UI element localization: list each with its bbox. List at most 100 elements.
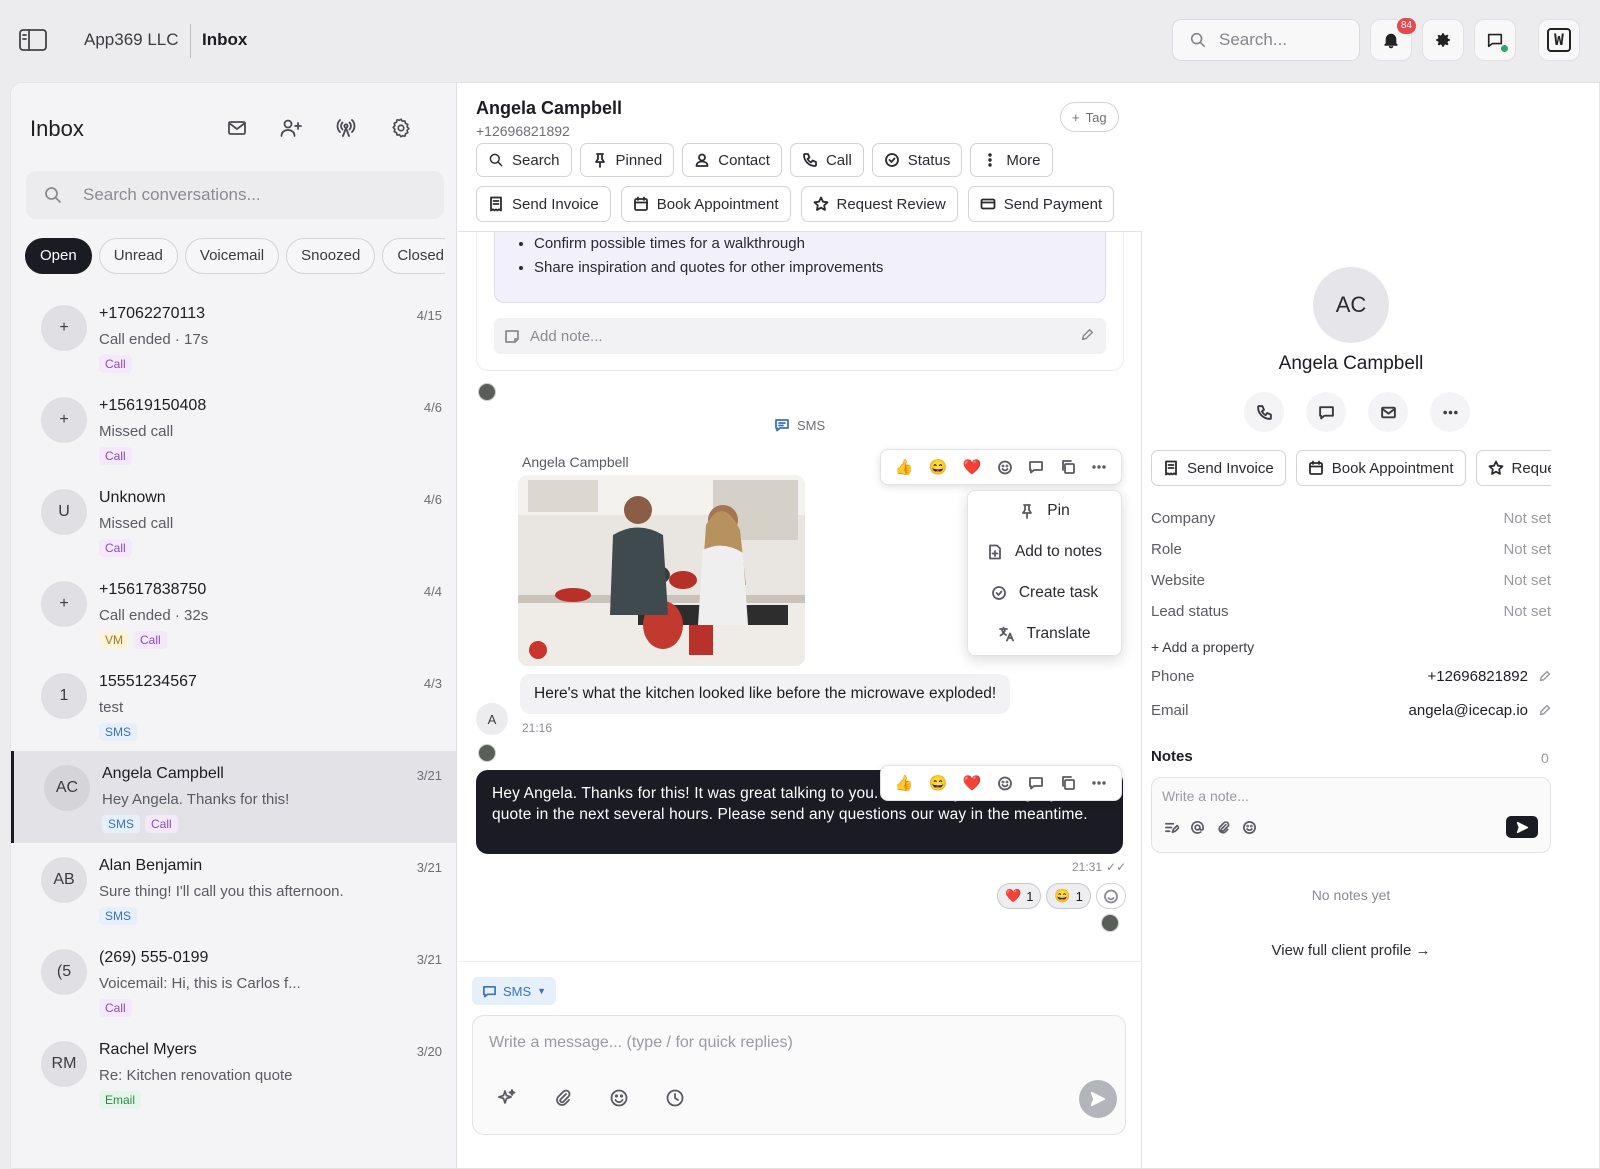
conversation-item[interactable]: + +15617838750 4/4 Call ended · 32s VM Call — [11, 567, 457, 659]
paperclip-icon[interactable] — [1216, 820, 1231, 835]
book-appointment-button[interactable]: Book Appointment — [620, 186, 791, 222]
conversation-item[interactable]: AB Alan Benjamin 3/21 Sure thing! I'll call… — [11, 843, 457, 935]
note-input[interactable] — [1162, 788, 1482, 804]
conversation-item[interactable]: + +15619150408 4/6 Missed call Call — [11, 383, 457, 475]
filter-chip[interactable]: Open — [25, 238, 92, 274]
more-icon[interactable] — [1091, 775, 1107, 791]
thumbs-up-reaction[interactable]: 👍 — [895, 774, 914, 792]
channel-selector[interactable]: SMS ▼ — [472, 977, 557, 1005]
conversation-item[interactable]: 1 15551234567 4/3 test SMS — [11, 659, 457, 751]
smile-reaction[interactable]: 😄 — [929, 774, 948, 792]
message-input[interactable] — [489, 1028, 1069, 1058]
conversation-item[interactable]: (5 (269) 555-0199 3/21 Voicemail: Hi, this … — [11, 935, 457, 1027]
send-invoice-button[interactable]: Send Invoice — [476, 186, 611, 222]
pencil-icon[interactable] — [1538, 670, 1551, 683]
menu-add-to-notes[interactable]: Add to notes — [968, 532, 1121, 572]
call-contact-button[interactable] — [1244, 392, 1284, 432]
emoji-icon[interactable] — [609, 1088, 629, 1108]
email-value[interactable]: angela@icecap.io — [1409, 702, 1528, 719]
phone-value[interactable]: +12696821892 — [1427, 668, 1528, 685]
emoji-icon[interactable] — [1242, 820, 1257, 835]
conversation-name: +15617838750 — [99, 581, 207, 598]
filter-chip[interactable]: Unread — [98, 238, 178, 274]
property-row[interactable]: Company Not set — [1151, 510, 1551, 527]
sparkles-icon[interactable] — [497, 1088, 517, 1108]
more-button[interactable]: More — [970, 143, 1053, 177]
pencil-icon[interactable] — [1538, 704, 1551, 717]
notes-heading: Notes — [1151, 748, 1193, 765]
property-row[interactable]: Website Not set — [1151, 572, 1551, 589]
pinned-button[interactable]: Pinned — [579, 143, 675, 177]
email-contact-button[interactable] — [1368, 392, 1408, 432]
search-button[interactable]: Search — [476, 143, 572, 177]
heart-reaction[interactable]: ❤️ — [963, 458, 982, 476]
contact-panel-name: Angela Campbell — [1278, 353, 1424, 374]
notifications-button[interactable]: 84 — [1370, 18, 1416, 61]
messages-button[interactable] — [1474, 19, 1516, 61]
reply-icon[interactable] — [1028, 775, 1044, 791]
message-image[interactable] — [518, 475, 805, 666]
conversation-item[interactable]: RM Rachel Myers 3/20 Re: Kitchen renovation… — [11, 1027, 457, 1119]
add-reaction-button[interactable] — [1095, 883, 1126, 909]
filter-chip[interactable]: Voicemail — [184, 238, 280, 274]
conversation-preview: Call ended · 17s — [99, 331, 209, 348]
sidebar-toggle-icon[interactable] — [18, 27, 48, 53]
status-button[interactable]: Status — [871, 143, 963, 177]
full-profile-link[interactable]: View full client profile → — [1143, 942, 1559, 959]
conversation-item[interactable]: AC Angela Campbell 3/21 Hey Angela. Thanks … — [11, 751, 457, 843]
message-contact-button[interactable] — [1306, 392, 1346, 432]
inbox-settings-icon[interactable] — [390, 117, 412, 139]
thumbs-up-reaction[interactable]: 👍 — [895, 458, 914, 476]
send-payment-button[interactable]: Send Payment — [967, 186, 1115, 222]
send-invoice-button[interactable]: Send Invoice — [1151, 450, 1286, 486]
add-reaction-icon[interactable] — [997, 459, 1013, 475]
settings-button[interactable] — [1422, 19, 1464, 61]
copy-icon[interactable] — [1060, 775, 1076, 791]
add-note-field[interactable]: Add note... — [494, 318, 1106, 354]
agent-avatar — [1101, 914, 1119, 932]
filter-chip[interactable]: Closed — [382, 238, 445, 274]
save-note-button[interactable] — [1506, 816, 1538, 838]
contact-button[interactable]: Contact — [682, 143, 782, 177]
top-bar: App369 LLC Inbox Search... 84 W — [0, 0, 1600, 80]
reaction-heart[interactable]: ❤️ 1 — [997, 883, 1042, 909]
conversation-search[interactable]: Search conversations... — [26, 171, 444, 219]
property-row[interactable]: Lead status Not set — [1151, 603, 1551, 620]
add-tag-button[interactable]: + Tag — [1060, 102, 1119, 132]
format-icon[interactable] — [1164, 820, 1179, 835]
more-icon[interactable] — [1091, 459, 1107, 475]
add-contact-icon[interactable] — [279, 117, 303, 139]
pencil-icon[interactable] — [1080, 328, 1094, 342]
broadcast-icon[interactable] — [335, 117, 357, 139]
send-button[interactable] — [1079, 1080, 1117, 1118]
paperclip-icon[interactable] — [553, 1088, 573, 1108]
mention-icon[interactable] — [1190, 820, 1205, 835]
request-review-button[interactable]: Request Review — [800, 186, 958, 222]
add-reaction-icon[interactable] — [997, 775, 1013, 791]
menu-translate[interactable]: Translate — [968, 614, 1121, 654]
property-row[interactable]: Role Not set — [1151, 541, 1551, 558]
smile-reaction[interactable]: 😄 — [929, 458, 948, 476]
global-search[interactable]: Search... — [1172, 19, 1360, 61]
compose-email-icon[interactable] — [226, 117, 248, 139]
call-button[interactable]: Call — [789, 143, 864, 177]
menu-pin[interactable]: Pin — [968, 491, 1121, 531]
book-appointment-button[interactable]: Book Appointment — [1295, 450, 1466, 486]
clock-icon[interactable] — [665, 1088, 685, 1108]
contact-more-button[interactable] — [1430, 392, 1470, 432]
conversation-tags: SMS — [99, 723, 138, 741]
copy-icon[interactable] — [1060, 459, 1076, 475]
user-menu-button[interactable]: W — [1538, 19, 1580, 61]
conversation-item[interactable]: + +17062270113 4/15 Call ended · 17s Call — [11, 291, 457, 383]
filter-chip[interactable]: Snoozed — [286, 238, 376, 274]
calendar-icon — [633, 196, 648, 211]
menu-pin-label: Pin — [1047, 502, 1070, 519]
add-property-link[interactable]: + Add a property — [1151, 639, 1254, 655]
menu-create-task[interactable]: Create task — [968, 573, 1121, 613]
reaction-smile[interactable]: 😄 1 — [1046, 883, 1091, 909]
reply-icon[interactable] — [1028, 459, 1044, 475]
request-review-button[interactable]: Request Review — [1475, 450, 1551, 486]
conversation-item[interactable]: U Unknown 4/6 Missed call Call — [11, 475, 457, 567]
heart-reaction[interactable]: ❤️ — [963, 774, 982, 792]
org-name[interactable]: App369 LLC — [84, 30, 179, 50]
